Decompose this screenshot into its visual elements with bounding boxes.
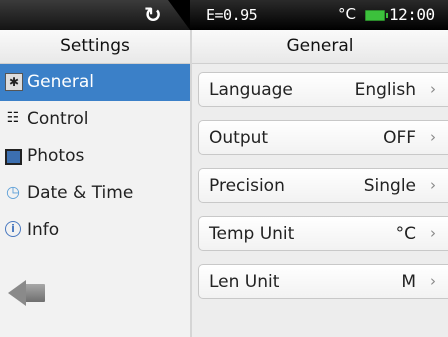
setting-row-len-unit[interactable]: Len Unit M › — [198, 264, 448, 299]
sidebar-item-label: Control — [27, 109, 89, 129]
chevron-right-icon: › — [430, 128, 436, 146]
setting-value: OFF — [383, 128, 416, 148]
sidebar-item-label: Date & Time — [27, 183, 134, 203]
setting-value: English — [354, 80, 416, 100]
status-bar: ↻ E=0.95 °C 12:00 — [0, 0, 448, 30]
sidebar-item-label: General — [27, 72, 94, 92]
setting-row-temp-unit[interactable]: Temp Unit °C › — [198, 216, 448, 251]
clock-icon: ◷ — [6, 182, 20, 201]
sidebar-item-info[interactable]: i Info — [0, 212, 190, 249]
setting-name: Temp Unit — [209, 224, 295, 244]
setting-row-output[interactable]: Output OFF › — [198, 120, 448, 155]
sidebar-item-photos[interactable]: Photos — [0, 138, 190, 175]
setting-name: Output — [209, 128, 269, 148]
setting-name: Language — [209, 80, 293, 100]
sidebar-item-label: Photos — [27, 146, 85, 166]
back-arrow-head — [8, 280, 26, 306]
chevron-right-icon: › — [430, 176, 436, 194]
setting-value: °C — [395, 224, 416, 244]
chevron-right-icon: › — [430, 224, 436, 242]
chevron-right-icon: › — [430, 272, 436, 290]
device-screen: ↻ E=0.95 °C 12:00 Settings ✱ General ☷ C… — [0, 0, 448, 337]
sidebar-item-label: Info — [27, 220, 60, 240]
clock: 12:00 — [389, 5, 435, 24]
battery-icon — [365, 10, 388, 21]
general-settings-panel: General Language English › Output OFF › … — [192, 30, 448, 337]
chevron-right-icon: › — [430, 80, 436, 98]
sidebar-item-general[interactable]: ✱ General — [0, 64, 190, 101]
gear-icon: ✱ — [5, 73, 23, 91]
temperature-unit-indicator: °C — [338, 5, 356, 23]
sidebar-item-control[interactable]: ☷ Control — [0, 101, 190, 138]
setting-name: Len Unit — [209, 272, 280, 292]
panel-title: General — [192, 30, 448, 64]
setting-row-language[interactable]: Language English › — [198, 72, 448, 107]
control-icon: ☷ — [6, 110, 20, 126]
info-icon: i — [5, 221, 21, 237]
emissivity-readout: E=0.95 — [206, 6, 258, 24]
setting-row-precision[interactable]: Precision Single › — [198, 168, 448, 203]
back-button[interactable] — [8, 280, 46, 306]
setting-value: M — [401, 272, 416, 292]
setting-value: Single — [363, 176, 416, 196]
back-arrow-icon — [25, 284, 45, 302]
sidebar-title: Settings — [0, 30, 190, 64]
settings-sidebar: Settings ✱ General ☷ Control Photos ◷ Da… — [0, 30, 192, 337]
photo-icon — [5, 149, 22, 165]
sidebar-item-date-time[interactable]: ◷ Date & Time — [0, 175, 190, 212]
status-bar-divider — [168, 0, 190, 30]
setting-name: Precision — [209, 176, 285, 196]
refresh-icon[interactable]: ↻ — [144, 3, 162, 27]
